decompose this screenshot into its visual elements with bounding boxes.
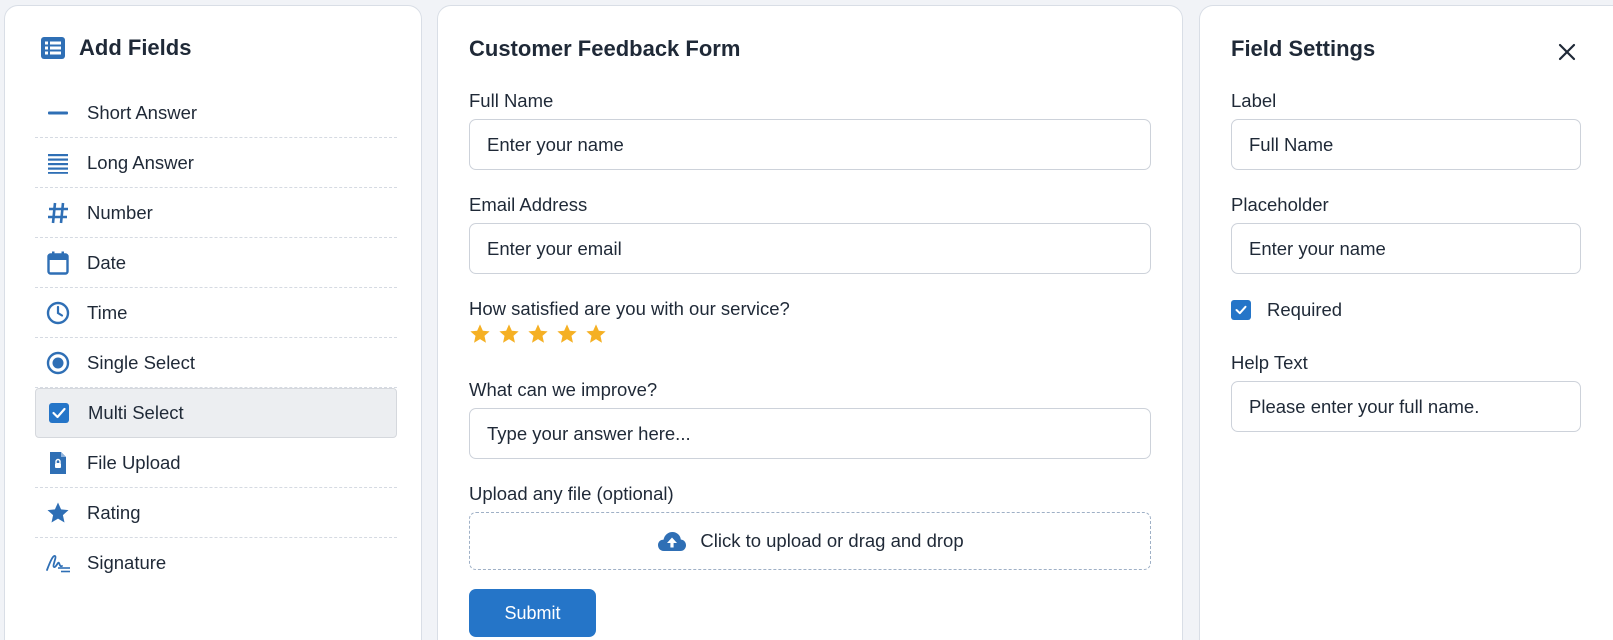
field-type-file-upload[interactable]: File Upload [35,438,397,488]
field-type-number[interactable]: Number [35,188,397,238]
email-input[interactable] [469,223,1151,274]
full-name-label: Full Name [469,90,554,111]
field-type-multi-select[interactable]: Multi Select [35,388,397,438]
field-type-label: Time [87,301,128,323]
form-preview-panel: Customer Feedback Form Full Name Email A… [437,5,1183,640]
field-type-date[interactable]: Date [35,238,397,288]
close-icon[interactable] [1557,42,1577,62]
field-type-label: Signature [87,552,167,573]
add-fields-title: Add Fields [79,35,192,60]
form-title: Customer Feedback Form [469,36,741,61]
radio-icon [43,348,73,378]
required-label: Required [1267,299,1343,320]
add-fields-panel: Add Fields Short Answer Long Answer Numb… [4,5,422,640]
list-icon [39,34,67,62]
rating-star-2[interactable] [498,323,520,345]
rating-star-1[interactable] [469,323,491,345]
long-answer-icon [43,148,73,178]
hash-icon [43,198,73,228]
required-checkbox[interactable] [1231,300,1251,320]
submit-button[interactable]: Submit [469,589,596,637]
field-type-label: Date [87,251,127,273]
signature-icon [43,548,73,578]
upload-label: Upload any file (optional) [469,483,674,504]
field-type-label: Rating [87,501,141,523]
calendar-icon [43,248,73,278]
checkbox-icon [44,398,74,428]
cloud-upload-icon [656,525,688,557]
field-type-label: Number [87,201,153,223]
field-type-label: Single Select [87,351,195,373]
field-settings-panel: Field Settings Label Placeholder Require… [1199,5,1613,640]
short-answer-icon [43,98,73,128]
field-type-signature[interactable]: Signature [35,538,397,588]
field-type-time[interactable]: Time [35,288,397,338]
add-fields-header: Add Fields [39,34,191,62]
file-upload-dropzone[interactable]: Click to upload or drag and drop [469,512,1151,570]
rating-star-5[interactable] [585,323,607,345]
full-name-input[interactable] [469,119,1151,170]
label-setting-input[interactable] [1231,119,1581,170]
field-type-long-answer[interactable]: Long Answer [35,138,397,188]
field-settings-title: Field Settings [1231,36,1376,61]
required-row: Required [1231,299,1342,321]
field-type-label: File Upload [87,451,181,473]
clock-icon [43,298,73,328]
field-type-rating[interactable]: Rating [35,488,397,538]
upload-text: Click to upload or drag and drop [700,530,964,551]
help-text-input[interactable] [1231,381,1581,432]
improve-input[interactable] [469,408,1151,459]
placeholder-setting-input[interactable] [1231,223,1581,274]
checkmark-icon [1235,305,1247,315]
field-type-label: Short Answer [87,101,198,123]
rating-star-3[interactable] [527,323,549,345]
field-type-label: Long Answer [87,151,194,173]
satisfaction-label: How satisfied are you with our service? [469,298,790,319]
email-label: Email Address [469,194,588,215]
star-rating [469,323,614,345]
file-upload-icon [43,448,73,478]
help-text-label: Help Text [1231,352,1308,373]
star-icon [43,498,73,528]
field-type-label: Multi Select [88,402,184,423]
label-setting-label: Label [1231,90,1277,111]
placeholder-setting-label: Placeholder [1231,194,1329,215]
field-type-short-answer[interactable]: Short Answer [35,88,397,138]
rating-star-4[interactable] [556,323,578,345]
field-type-list: Short Answer Long Answer Number Date Tim… [35,88,397,588]
improve-label: What can we improve? [469,379,658,400]
field-type-single-select[interactable]: Single Select [35,338,397,388]
